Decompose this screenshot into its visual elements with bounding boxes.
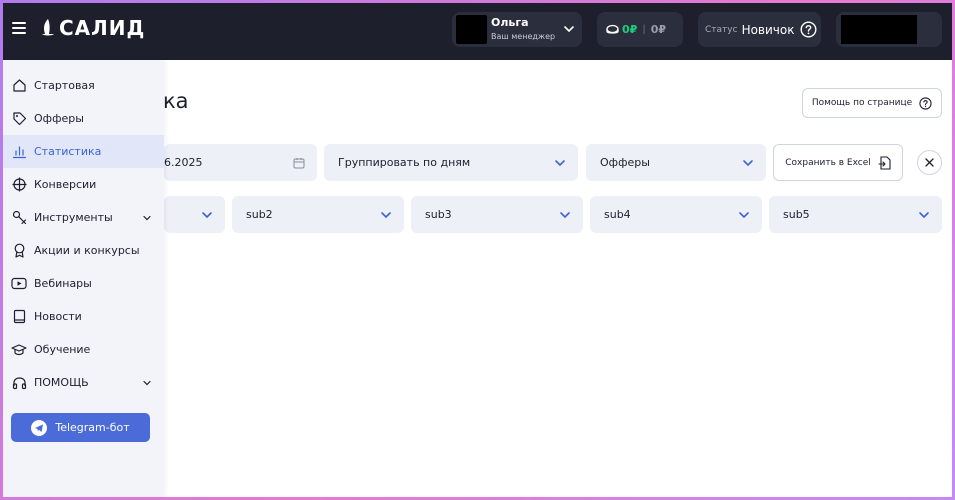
group-by-value: Группировать по дням <box>338 156 471 169</box>
page-help-label: Помощь по странице <box>811 98 913 108</box>
sidebar-item-home[interactable]: Стартовая <box>3 69 164 102</box>
manager-role: Ваш менеджер <box>491 32 556 41</box>
sidebar-item-label: Вебинары <box>34 277 92 290</box>
telegram-icon <box>31 419 48 436</box>
telegram-bot-button[interactable]: Telegram-бот <box>11 413 150 442</box>
sidebar: Стартовая Офферы Статистика Конверсии Ин <box>3 60 164 497</box>
logo[interactable]: САЛИД <box>40 16 145 40</box>
offers-value: Офферы <box>600 156 650 169</box>
sidebar-item-webinars[interactable]: Вебинары <box>3 267 164 300</box>
chevron-down-icon <box>555 159 565 166</box>
user-avatar <box>841 15 917 44</box>
sidebar-item-label: Конверсии <box>34 178 97 191</box>
sidebar-item-label: Стартовая <box>34 79 95 92</box>
sidebar-item-label: Инструменты <box>34 211 113 224</box>
chevron-down-icon <box>743 159 753 166</box>
sidebar-item-label: Обучение <box>34 343 91 356</box>
sub5-value: sub5 <box>783 208 810 221</box>
app-frame: САЛИД Ольга Ваш менеджер 0₽ | 0₽ Статус … <box>3 3 952 497</box>
chevron-down-icon <box>564 26 574 33</box>
sidebar-item-label: Акции и конкурсы <box>34 244 140 257</box>
sub5-select[interactable]: sub5 <box>769 196 942 233</box>
status-label: Статус <box>705 24 738 35</box>
tag-icon <box>11 111 27 127</box>
award-icon <box>11 243 27 259</box>
sub1-select[interactable] <box>164 196 225 233</box>
date-range-field[interactable]: 6.2025 <box>164 144 317 181</box>
manager-avatar <box>456 15 487 44</box>
manager-dropdown[interactable]: Ольга Ваш менеджер <box>452 12 582 47</box>
sub3-select[interactable]: sub3 <box>411 196 583 233</box>
user-profile[interactable] <box>836 12 942 47</box>
reset-filters-button[interactable] <box>917 150 942 175</box>
close-icon <box>925 158 934 167</box>
balance-widget[interactable]: 0₽ | 0₽ <box>597 12 683 47</box>
balance-hold: 0₽ <box>650 23 666 36</box>
page-title: ка <box>163 89 189 113</box>
save-excel-label: Сохранить в Excel <box>785 157 871 168</box>
top-bar: САЛИД Ольга Ваш менеджер 0₽ | 0₽ Статус … <box>3 3 952 60</box>
sub3-value: sub3 <box>425 208 452 221</box>
sidebar-item-tools[interactable]: Инструменты <box>3 201 164 234</box>
calendar-icon <box>293 157 305 168</box>
tools-icon <box>11 210 27 226</box>
manager-name: Ольга <box>491 16 529 29</box>
logo-sail-icon <box>42 19 54 36</box>
sidebar-item-label: Офферы <box>34 112 84 125</box>
sidebar-item-conversions[interactable]: Конверсии <box>3 168 164 201</box>
headphones-icon <box>11 375 27 391</box>
chevron-down-icon <box>381 211 391 218</box>
wallet-icon <box>606 24 619 34</box>
sidebar-item-label: Статистика <box>34 145 102 158</box>
menu-icon[interactable] <box>12 21 26 34</box>
sub4-select[interactable]: sub4 <box>590 196 762 233</box>
export-file-icon <box>878 155 891 170</box>
chevron-down-icon <box>919 211 929 218</box>
page-help-button[interactable]: Помощь по странице <box>802 88 942 118</box>
sidebar-item-statistics[interactable]: Статистика <box>3 135 164 168</box>
chevron-down-icon <box>143 380 151 385</box>
balance-separator: | <box>642 24 646 35</box>
group-by-select[interactable]: Группировать по дням <box>324 144 578 181</box>
chevron-down-icon <box>143 215 151 220</box>
book-icon <box>11 309 27 325</box>
home-icon <box>11 78 27 94</box>
sidebar-item-education[interactable]: Обучение <box>3 333 164 366</box>
sub2-select[interactable]: sub2 <box>232 196 404 233</box>
help-circle-icon[interactable] <box>800 21 817 38</box>
sub4-value: sub4 <box>604 208 631 221</box>
play-icon <box>11 276 27 292</box>
sidebar-item-help[interactable]: ПОМОЩЬ <box>3 366 164 399</box>
sidebar-item-news[interactable]: Новости <box>3 300 164 333</box>
telegram-bot-label: Telegram-бот <box>55 421 130 434</box>
chevron-down-icon <box>202 211 212 218</box>
chevron-down-icon <box>739 211 749 218</box>
status-value: Новичок <box>741 22 795 37</box>
graduation-cap-icon <box>11 342 27 358</box>
date-range-value: 6.2025 <box>164 156 203 169</box>
crosshair-icon <box>11 177 27 193</box>
logo-text: САЛИД <box>59 16 146 40</box>
sidebar-item-promotions[interactable]: Акции и конкурсы <box>3 234 164 267</box>
sidebar-item-label: ПОМОЩЬ <box>34 376 89 389</box>
status-widget[interactable]: Статус Новичок <box>698 12 821 47</box>
balance-available: 0₽ <box>622 23 638 36</box>
save-excel-button[interactable]: Сохранить в Excel <box>773 144 903 181</box>
offers-select[interactable]: Офферы <box>586 144 766 181</box>
help-circle-icon <box>919 96 932 110</box>
sidebar-item-offers[interactable]: Офферы <box>3 102 164 135</box>
sidebar-item-label: Новости <box>34 310 82 323</box>
sub2-value: sub2 <box>246 208 273 221</box>
bar-chart-icon <box>11 144 27 160</box>
chevron-down-icon <box>560 211 570 218</box>
